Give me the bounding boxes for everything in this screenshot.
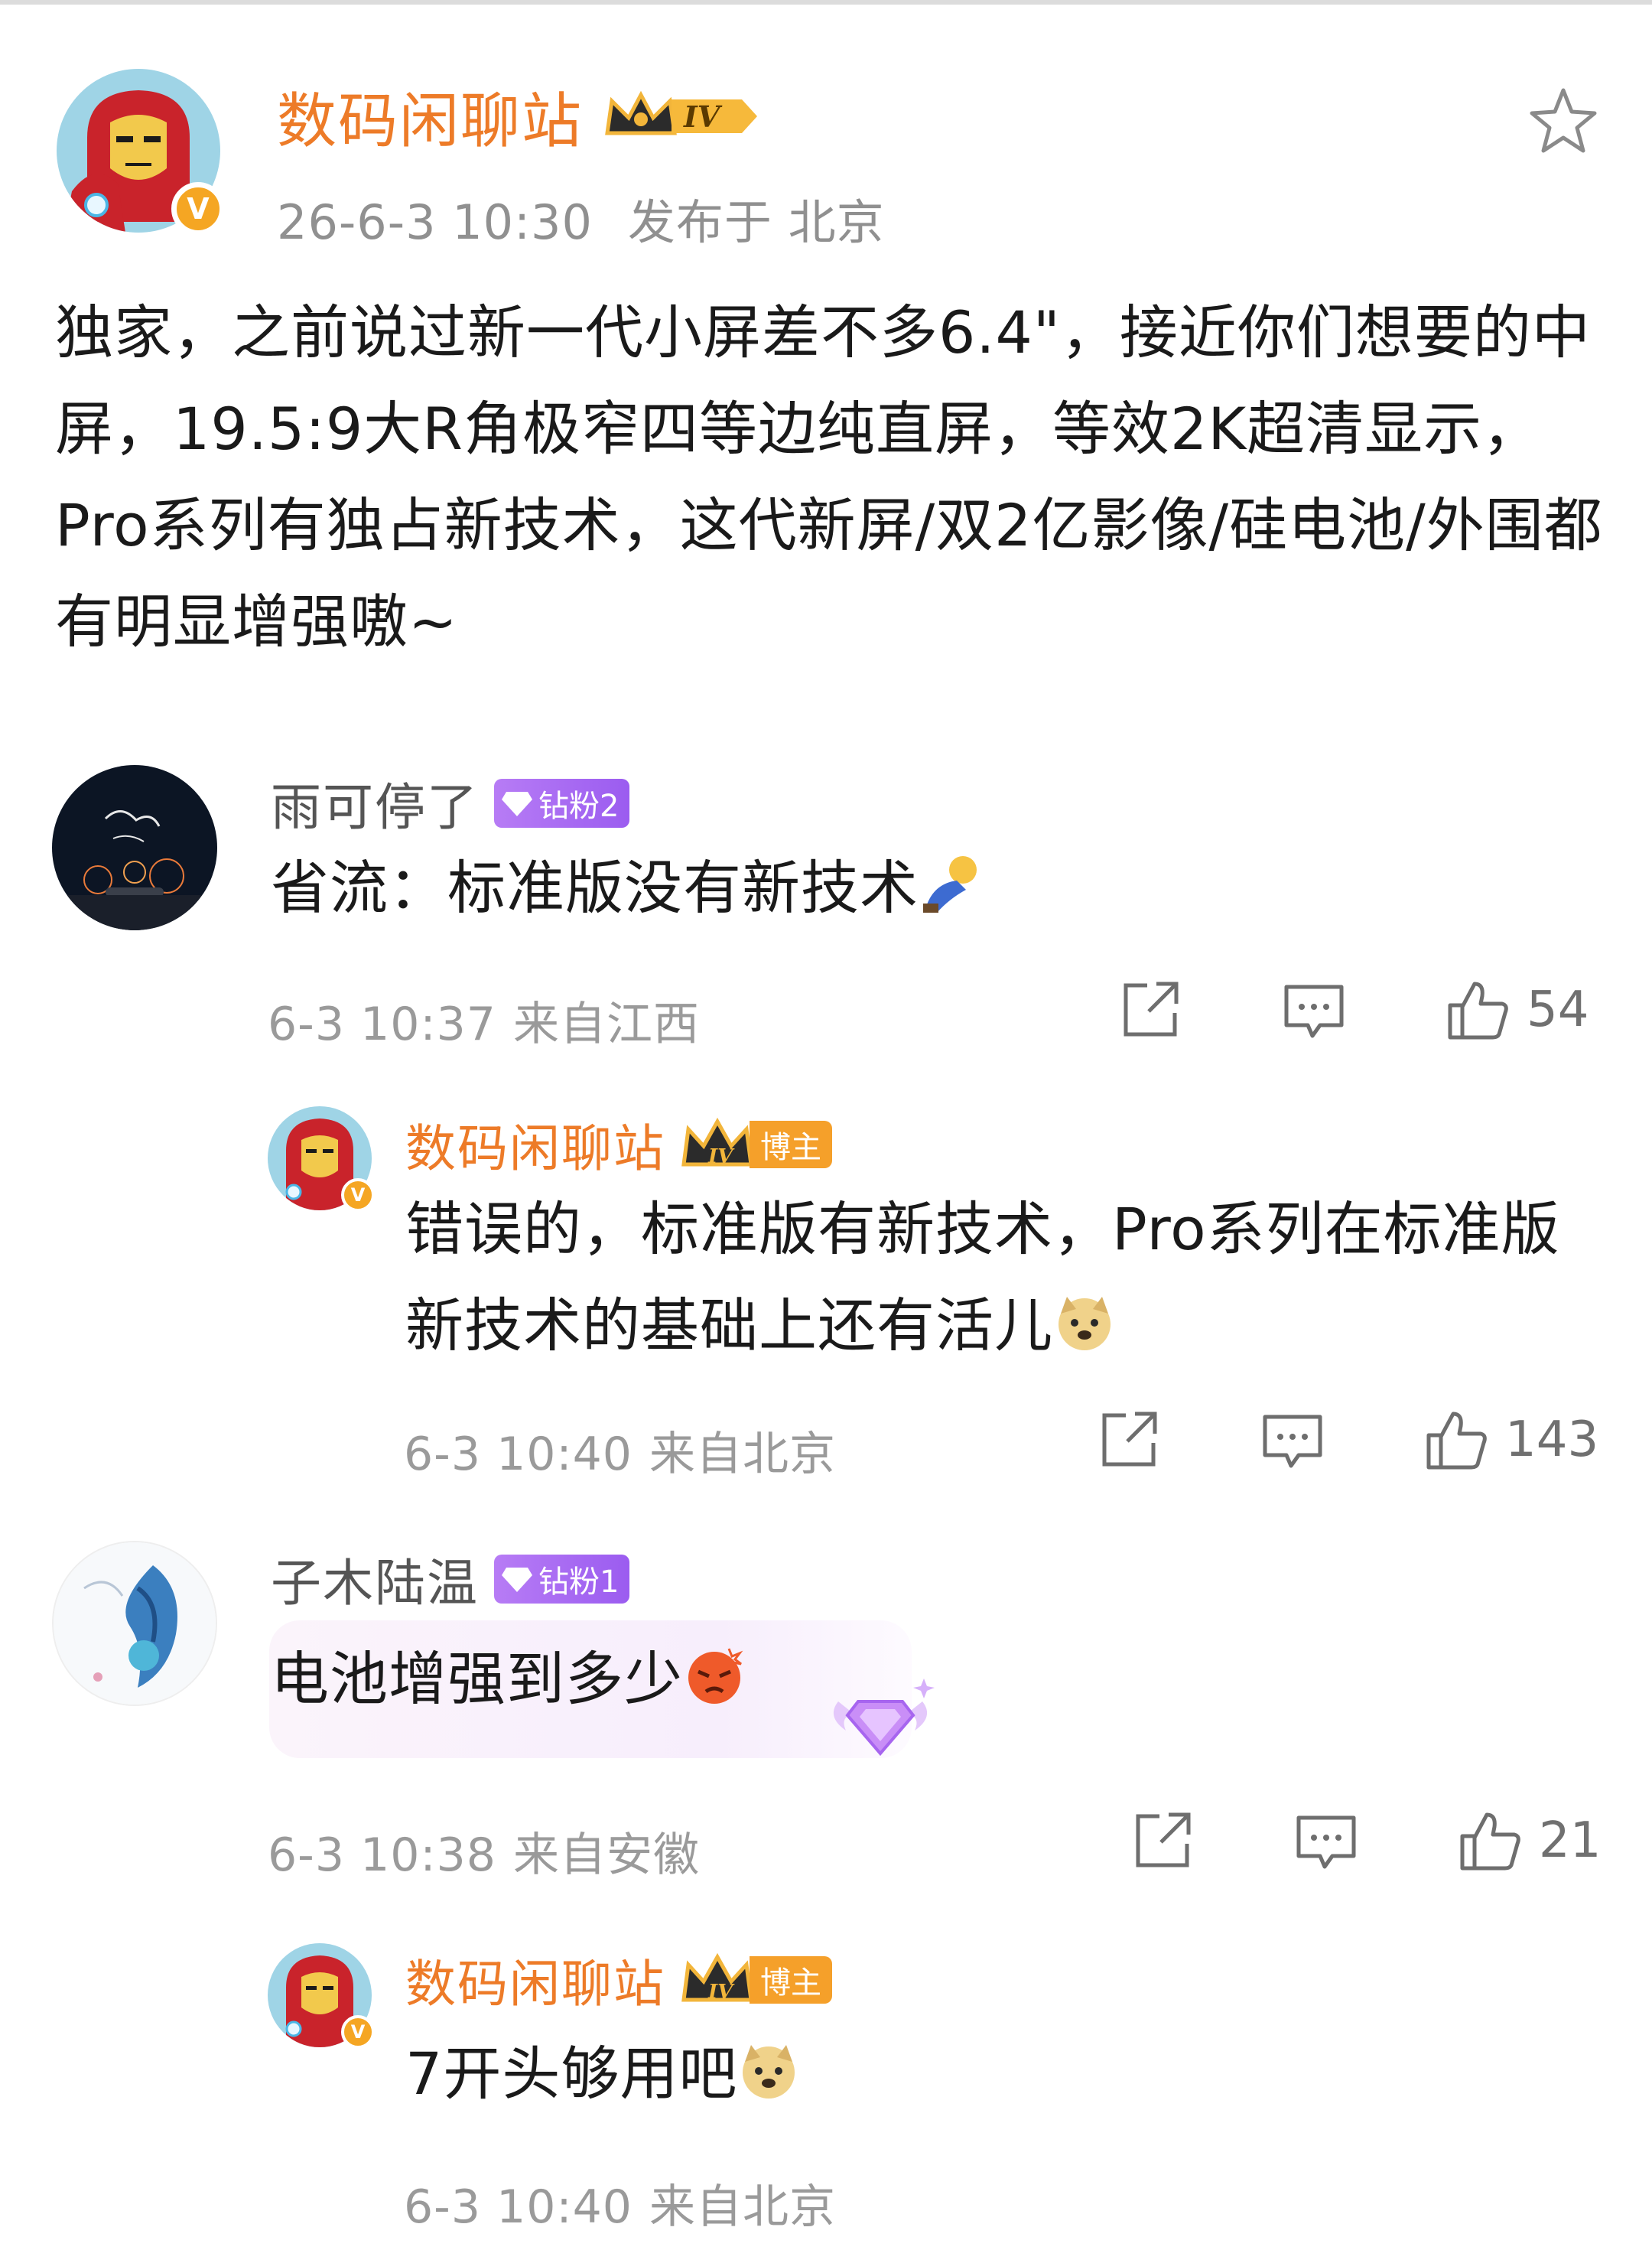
diamond-icon [502, 1568, 532, 1592]
top-divider [0, 0, 1652, 5]
fan-badge: 钻粉2 [494, 779, 630, 828]
star-outline-icon[interactable] [1527, 84, 1600, 158]
fan-badge: 钻粉1 [494, 1555, 630, 1604]
comment-actions: 54 [1117, 972, 1589, 1048]
comment-meta: 6-3 10:37 来自江西 [268, 987, 700, 1053]
post-location: 发布于 北京 [627, 194, 885, 250]
doge-emoji-icon [743, 2045, 795, 2099]
reply-actions: 143 [1095, 1402, 1598, 1478]
reply-time: 6-3 10:40 [404, 1428, 633, 1481]
like-count: 21 [1539, 1812, 1602, 1869]
share-icon [1136, 1812, 1191, 1867]
diamond-wings-icon [833, 1679, 935, 1757]
post-author-row: 数码闲聊站 IV [277, 73, 762, 159]
reply-button[interactable] [1280, 976, 1348, 1044]
like-count: 54 [1527, 982, 1589, 1038]
like-button[interactable]: 21 [1456, 1807, 1601, 1874]
verified-badge: V [171, 182, 225, 236]
post-meta: 26-6-3 10:30 发布于 北京 [277, 184, 885, 252]
host-badge-label: 博主 [750, 1956, 832, 2004]
comment-location: 来自安徽 [512, 1828, 700, 1882]
diamond-icon [502, 792, 532, 816]
like-button[interactable]: 143 [1423, 1406, 1598, 1473]
comment-icon [1263, 1415, 1322, 1468]
reply-button[interactable] [1259, 1406, 1326, 1473]
reply-text: 7开头够用吧 [405, 2026, 800, 2122]
fan-badge-label: 钻粉1 [538, 1565, 620, 1600]
comment-header: 雨可停了 钻粉2 [271, 767, 630, 840]
comment-text-content: 省流：标准版没有新技术 [271, 854, 919, 922]
commenter-name[interactable]: 雨可停了 [271, 767, 479, 840]
reply-text: 错误的，标准版有新技术，Pro系列在标准版新技术的基础上还有活儿 [405, 1181, 1598, 1374]
reply-location: 来自北京 [649, 1428, 836, 1481]
reply-meta: 6-3 10:40 来自北京 [404, 1417, 836, 1483]
post-author-name[interactable]: 数码闲聊站 [277, 73, 583, 159]
share-button[interactable] [1095, 1406, 1163, 1473]
angry-emoji-icon [688, 1648, 743, 1704]
comment-icon [1296, 1815, 1356, 1869]
share-button[interactable] [1117, 976, 1184, 1044]
comment-text: 省流：标准版没有新技术 [271, 840, 981, 936]
comment-time: 6-3 10:38 [268, 1828, 496, 1882]
verified-badge: V [341, 2015, 375, 2049]
comment-header: 子木陆温 钻粉1 [271, 1542, 630, 1616]
comment-actions: 21 [1129, 1802, 1601, 1879]
post-author-avatar[interactable]: V [57, 69, 225, 236]
share-icon [1124, 982, 1179, 1037]
doge-emoji-icon [1059, 1297, 1111, 1350]
comment-text: 电池增强到多少 [271, 1631, 746, 1727]
reply-author-avatar[interactable]: V [268, 1106, 375, 1212]
host-badge: IV 博主 [679, 1951, 832, 2009]
crown-icon: IV [681, 1117, 753, 1168]
like-count: 143 [1505, 1412, 1599, 1468]
commenter-avatar[interactable] [52, 1541, 217, 1706]
comment-location: 来自江西 [512, 998, 700, 1051]
level-crown-badge: IV [601, 86, 762, 147]
reply-header: 数码闲聊站 IV 博主 [405, 1943, 832, 2017]
crown-icon: IV [605, 90, 758, 135]
comment-icon [1284, 985, 1344, 1038]
commenter-avatar[interactable] [52, 765, 217, 930]
post-content: 独家，之前说过新一代小屏差不多6.4"，接近你们想要的中屏，19.5:9大R角极… [55, 298, 1603, 656]
host-badge: IV 博主 [679, 1115, 832, 1174]
facepalm-emoji-icon [923, 856, 977, 913]
host-badge-label: 博主 [750, 1121, 832, 1168]
reply-text-content: 错误的，标准版有新技术，Pro系列在标准版新技术的基础上还有活儿 [405, 1195, 1560, 1359]
thumbs-up-icon [1448, 982, 1508, 1040]
comment-meta: 6-3 10:38 来自安徽 [268, 1818, 700, 1884]
reply-time: 6-3 10:40 [404, 2180, 633, 2234]
reply-meta: 6-3 10:40 来自北京 [404, 2170, 836, 2236]
reply-author-name[interactable]: 数码闲聊站 [405, 1943, 665, 2017]
svg-text:IV: IV [707, 1145, 735, 1168]
crown-icon: IV [681, 1952, 753, 2004]
thumbs-up-icon [1426, 1412, 1487, 1470]
post-time: 26-6-3 10:30 [277, 194, 593, 250]
comment-time: 6-3 10:37 [268, 998, 496, 1051]
verified-badge: V [341, 1178, 375, 1212]
comment-text-content: 电池增强到多少 [271, 1645, 683, 1713]
reply-location: 来自北京 [649, 2180, 836, 2234]
like-button[interactable]: 54 [1444, 976, 1589, 1044]
reply-text-content: 7开头够用吧 [405, 2040, 738, 2108]
thumbs-up-icon [1460, 1812, 1520, 1871]
fan-badge-label: 钻粉2 [538, 789, 620, 824]
reply-author-name[interactable]: 数码闲聊站 [405, 1108, 665, 1181]
reply-button[interactable] [1293, 1807, 1360, 1874]
reply-header: 数码闲聊站 IV 博主 [405, 1108, 832, 1181]
reply-author-avatar[interactable]: V [268, 1943, 375, 2049]
level-text: IV [683, 99, 723, 134]
share-button[interactable] [1129, 1807, 1196, 1874]
share-icon [1102, 1412, 1157, 1467]
commenter-name[interactable]: 子木陆温 [271, 1542, 479, 1616]
svg-text:IV: IV [707, 1981, 735, 2004]
